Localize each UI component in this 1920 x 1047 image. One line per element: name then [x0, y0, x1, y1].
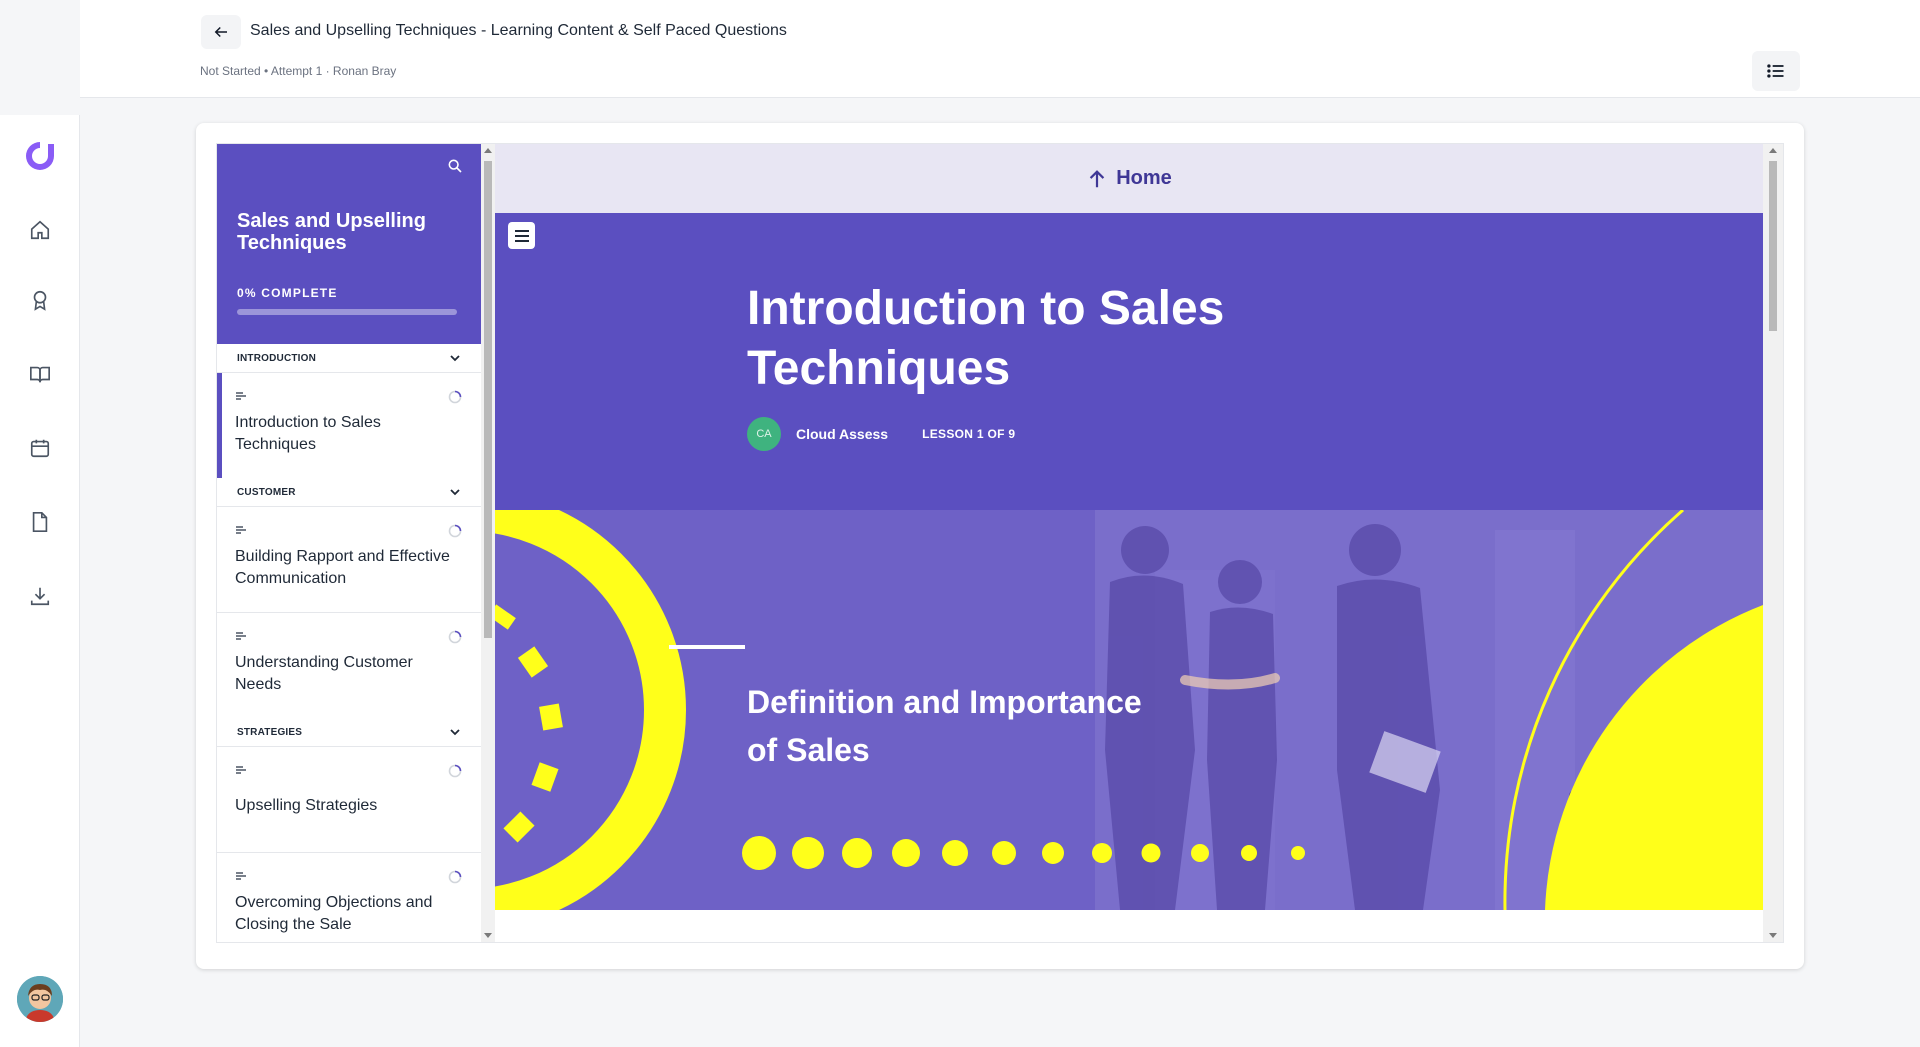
section-introduction[interactable]: INTRODUCTION	[217, 344, 481, 373]
lesson-item[interactable]: Overcoming Objections and Closing the Sa…	[217, 853, 481, 942]
user-avatar[interactable]	[17, 976, 63, 1022]
arrow-up-icon	[1090, 169, 1105, 187]
lesson-item[interactable]: Building Rapport and Effective Communica…	[217, 507, 481, 613]
progress-status-icon	[448, 870, 462, 884]
progress-status-icon	[448, 390, 462, 404]
arrow-left-icon	[214, 26, 227, 38]
scroll-up-arrow-icon[interactable]	[484, 148, 492, 153]
text-lines-icon	[236, 392, 246, 400]
rail-top-area	[0, 0, 80, 115]
section-label: CUSTOMER	[237, 486, 296, 498]
text-lines-icon	[236, 872, 246, 880]
text-lines-icon	[236, 526, 246, 534]
progress-status-icon	[448, 524, 462, 538]
lesson-item[interactable]: Introduction to Sales Techniques	[217, 373, 481, 479]
back-button[interactable]	[201, 15, 241, 49]
progress-label: 0% COMPLETE	[237, 286, 338, 300]
progress-status-icon	[448, 630, 462, 644]
attempt-meta: Not Started • Attempt 1 · Ronan Bray	[200, 64, 397, 78]
text-lines-icon	[236, 632, 246, 640]
app-logo-icon[interactable]	[22, 138, 58, 174]
lesson-heading: Introduction to Sales Techniques	[747, 282, 1225, 395]
lesson-item[interactable]: Upselling Strategies	[217, 747, 481, 853]
hamburger-icon	[514, 229, 529, 242]
scroll-up-arrow-icon[interactable]	[1769, 148, 1777, 153]
home-link[interactable]: Home	[495, 144, 1763, 213]
home-icon[interactable]	[25, 215, 55, 245]
lesson-hero: Introduction to Sales Techniques CA Clou…	[495, 213, 1763, 510]
lesson-meta: CA Cloud Assess LESSON 1 OF 9	[747, 417, 1015, 451]
chevron-down-icon	[450, 489, 460, 496]
chevron-down-icon	[450, 729, 460, 736]
content-scrollbar[interactable]	[1763, 144, 1783, 942]
section-label: STRATEGIES	[237, 726, 303, 738]
outline-scrollbar[interactable]	[481, 144, 495, 942]
section-label: INTRODUCTION	[237, 352, 317, 364]
search-icon[interactable]	[444, 155, 466, 177]
author-name: Cloud Assess	[796, 426, 889, 442]
lesson-banner: Definition and Importance of Sales	[495, 510, 1763, 910]
scrollbar-thumb[interactable]	[1769, 161, 1777, 331]
lesson-title: Overcoming Objections and Closing the Sa…	[235, 894, 433, 933]
progress-status-icon	[448, 764, 462, 778]
page-header: Sales and Upselling Techniques - Learnin…	[80, 0, 1920, 98]
download-icon[interactable]	[25, 581, 55, 611]
content-card: Sales and Upselling Techniques 0% COMPLE…	[196, 123, 1804, 969]
document-icon[interactable]	[25, 507, 55, 537]
scrollbar-thumb[interactable]	[484, 161, 492, 638]
list-icon	[1767, 64, 1784, 78]
lesson-title: Introduction to Sales Techniques	[235, 414, 381, 453]
lesson-item[interactable]: Understanding Customer Needs	[217, 613, 481, 719]
section-customer[interactable]: CUSTOMER	[217, 478, 481, 507]
scroll-down-arrow-icon[interactable]	[484, 933, 492, 938]
scroll-down-arrow-icon[interactable]	[1769, 933, 1777, 938]
chevron-down-icon	[450, 355, 460, 362]
app-rail	[0, 0, 80, 1047]
text-lines-icon	[236, 766, 246, 774]
home-label: Home	[1116, 167, 1172, 189]
banner-title: Definition and Importance of Sales	[747, 684, 1142, 768]
course-outline: Sales and Upselling Techniques 0% COMPLE…	[217, 144, 481, 942]
course-frame: Sales and Upselling Techniques 0% COMPLE…	[216, 143, 1784, 943]
calendar-icon[interactable]	[25, 433, 55, 463]
lesson-content: Home Introduction to Sales Techniques CA…	[495, 144, 1763, 942]
banner-divider	[669, 645, 745, 649]
lesson-title: Upselling Strategies	[235, 797, 378, 814]
section-strategies[interactable]: STRATEGIES	[217, 718, 481, 747]
lesson-count: LESSON 1 OF 9	[922, 427, 1016, 441]
lesson-title: Building Rapport and Effective Communica…	[235, 548, 450, 587]
dot-decoration	[742, 836, 1305, 870]
page-title: Sales and Upselling Techniques - Learnin…	[250, 22, 787, 39]
author-avatar: CA	[747, 417, 781, 451]
book-icon[interactable]	[25, 359, 55, 389]
course-title: Sales and Upselling Techniques	[237, 210, 426, 254]
lesson-title: Understanding Customer Needs	[235, 654, 413, 693]
lesson-menu-button[interactable]	[508, 222, 535, 249]
outline-button[interactable]	[1752, 51, 1800, 91]
progress-bar	[237, 309, 457, 315]
course-header: Sales and Upselling Techniques 0% COMPLE…	[217, 144, 481, 344]
award-icon[interactable]	[25, 285, 55, 315]
